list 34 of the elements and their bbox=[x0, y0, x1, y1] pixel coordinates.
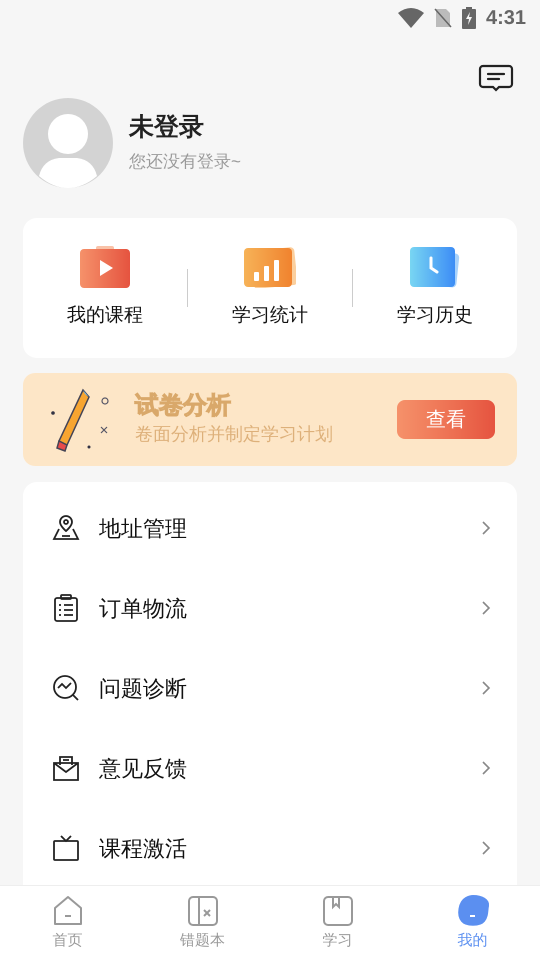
chart-search-icon bbox=[51, 673, 81, 703]
menu-item[interactable]: 问题诊断 bbox=[23, 648, 517, 728]
video-icon bbox=[80, 246, 130, 288]
location-pin-icon bbox=[51, 513, 81, 543]
battery-charging-icon bbox=[462, 7, 476, 29]
notebook-icon bbox=[186, 894, 220, 928]
message-button[interactable] bbox=[478, 64, 514, 92]
bar-chart-icon bbox=[244, 246, 296, 288]
envelope-icon bbox=[51, 753, 81, 783]
shortcut-item[interactable]: 我的课程 bbox=[23, 246, 187, 330]
wifi-icon bbox=[398, 8, 424, 28]
tv-icon bbox=[51, 833, 81, 863]
bookmark-book-icon bbox=[320, 894, 354, 928]
message-icon bbox=[478, 64, 514, 92]
banner-title: 试卷分析 bbox=[135, 391, 232, 421]
chevron-right-icon bbox=[481, 520, 491, 536]
shortcut-item[interactable]: 学习历史 bbox=[353, 246, 517, 330]
profile-subtitle: 您还没有登录~ bbox=[129, 151, 241, 174]
chevron-right-icon bbox=[481, 840, 491, 856]
profile-name[interactable]: 未登录 bbox=[129, 111, 241, 144]
shortcut-item[interactable]: 学习统计 bbox=[188, 246, 352, 330]
blob-face-icon bbox=[456, 894, 490, 928]
banner-subtitle: 卷面分析并制定学习计划 bbox=[135, 423, 333, 446]
menu-item[interactable]: 意见反馈 bbox=[23, 728, 517, 808]
chevron-right-icon bbox=[481, 680, 491, 696]
menu-item[interactable]: 课程激活 bbox=[23, 808, 517, 885]
no-sim-icon bbox=[434, 8, 452, 28]
chevron-right-icon bbox=[481, 760, 491, 776]
menu-item[interactable]: 地址管理 bbox=[23, 488, 517, 568]
clipboard-list-icon bbox=[51, 593, 81, 623]
clock-icon bbox=[410, 246, 460, 288]
status-time: 4:31 bbox=[486, 6, 526, 31]
menu-item[interactable]: 订单物流 bbox=[23, 568, 517, 648]
chevron-right-icon bbox=[481, 600, 491, 616]
